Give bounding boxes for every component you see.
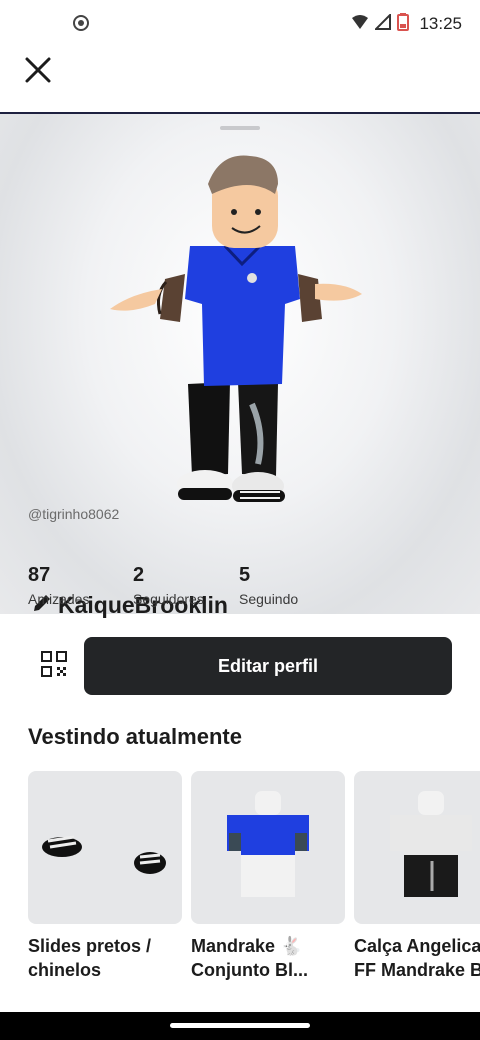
record-icon	[72, 14, 90, 32]
username: @tigrinho8062	[28, 506, 120, 522]
stat-followers-value: 2	[133, 564, 145, 586]
wearing-item[interactable]: Calça Angelical FF Mandrake B	[354, 771, 480, 982]
item-name: Mandrake 🐇 Conjunto Bl...	[191, 936, 308, 980]
slides-image	[42, 835, 166, 874]
item-name: Slides pretos / chinelos	[28, 936, 152, 980]
status-time: 13:25	[419, 14, 462, 33]
stat-following-value: 5	[239, 564, 251, 586]
signal-icon	[374, 12, 392, 35]
wearing-items-list[interactable]: Slides pretos / chinelos Mandrake 🐇 Conj…	[28, 771, 480, 1011]
wearing-item[interactable]: Mandrake 🐇 Conjunto Bl...	[191, 771, 345, 982]
pants-image	[390, 791, 472, 897]
stat-followers-label: Seguidores	[133, 591, 204, 607]
item-thumbnail	[191, 771, 345, 924]
stat-following-label: Seguindo	[239, 591, 299, 607]
battery-low-icon	[397, 12, 410, 36]
stat-friends-label: Amizades	[28, 591, 90, 607]
item-name: Calça Angelical FF Mandrake B	[354, 936, 480, 980]
stat-friends[interactable]: 87 Amizades	[28, 564, 89, 607]
top-bar	[0, 48, 480, 114]
edit-profile-button[interactable]: Editar perfil	[84, 637, 452, 695]
qr-code-button[interactable]	[36, 648, 72, 684]
avatar-viewer[interactable]: KaiqueBrooklin @tigrinho8062	[0, 114, 480, 618]
system-nav-bar	[0, 1012, 480, 1040]
wearing-item[interactable]: Slides pretos / chinelos	[28, 771, 182, 982]
wearing-section-title: Vestindo atualmente	[28, 724, 242, 749]
wifi-icon	[351, 14, 369, 35]
stat-friends-value: 87	[28, 564, 51, 586]
home-gesture-handle[interactable]	[170, 1023, 310, 1028]
drag-handle[interactable]	[220, 126, 260, 130]
close-button[interactable]	[20, 54, 56, 90]
item-thumbnail	[28, 771, 182, 924]
item-thumbnail	[354, 771, 480, 924]
profile-stats: 87 Amizades 2 Seguidores 5 Seguindo	[0, 564, 480, 614]
shirt-image	[227, 791, 309, 897]
qr-code-icon	[41, 650, 67, 682]
stat-following[interactable]: 5 Seguindo	[239, 564, 298, 607]
avatar-3d	[110, 155, 362, 502]
status-icons: 13:25	[351, 12, 462, 36]
stat-followers[interactable]: 2 Seguidores	[133, 564, 204, 607]
close-icon	[24, 56, 52, 89]
status-bar: 13:25	[0, 0, 480, 48]
